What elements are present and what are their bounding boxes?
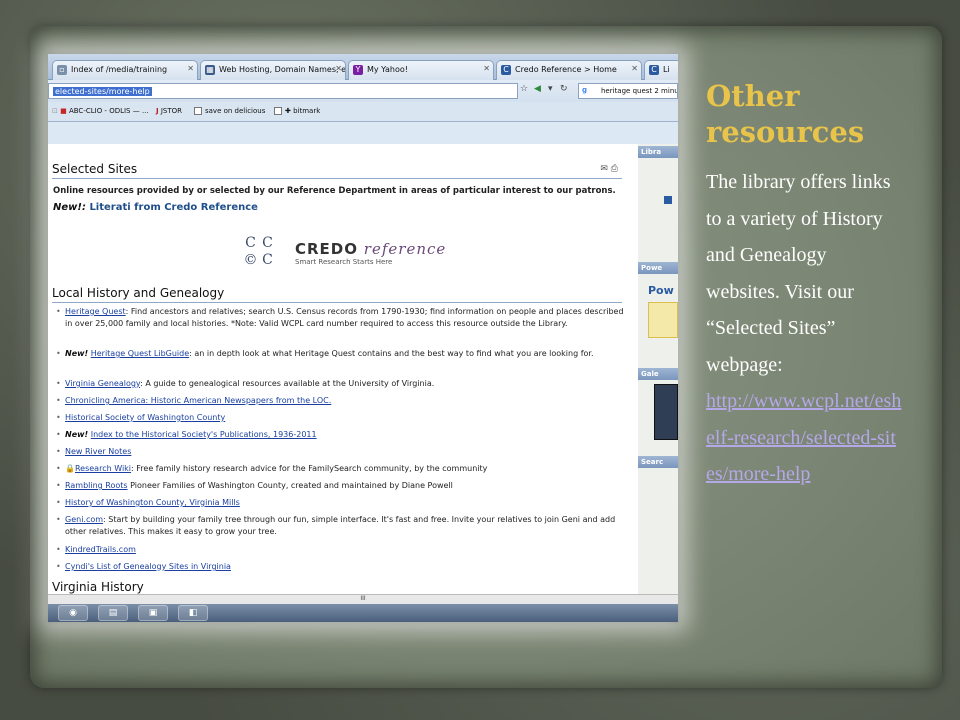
list-item: Historical Society of Washington County	[56, 412, 626, 424]
bookmark-delicious[interactable]: save on delicious	[194, 107, 265, 115]
tab-label: My Yahoo!	[367, 65, 408, 74]
bookmark-bitmark[interactable]: ✚ bitmark	[274, 107, 320, 115]
horizontal-scrollbar[interactable]: III	[48, 594, 678, 604]
yahoo-icon: Y	[353, 65, 363, 75]
plus-icon: ✚	[285, 107, 291, 115]
bookmark-abc-clio[interactable]: ⊡ ■ ABC-CLIO - ODLIS — ...	[52, 107, 149, 115]
list-item: Rambling Roots Pioneer Families of Washi…	[56, 480, 626, 492]
close-icon[interactable]: ✕	[483, 64, 490, 73]
close-icon[interactable]: ✕	[335, 64, 342, 73]
list-item: 🔒Research Wiki: Free family history rese…	[56, 463, 626, 475]
bookmark-icon: ⊡	[52, 107, 58, 115]
tab-credo-reference[interactable]: C Credo Reference > Home ✕	[496, 60, 642, 80]
url-text: elected-sites/more-help	[53, 87, 152, 96]
list-item: New River Notes	[56, 446, 626, 458]
sidebar-heading: Searc	[638, 456, 678, 468]
page-content: Selected Sites ✉ ⎙ Online resources prov…	[48, 144, 633, 594]
slide-body-text: The library offers links to a variety of…	[706, 171, 891, 376]
sidebar-heading: Gale	[638, 368, 678, 380]
share-icon[interactable]: ◀	[534, 84, 541, 94]
bookmarks-bar: ⊡ ■ ABC-CLIO - ODLIS — ... J JSTOR save …	[48, 102, 678, 122]
print-icon[interactable]: ✉ ⎙	[600, 164, 618, 174]
close-icon[interactable]: ✕	[187, 64, 194, 73]
tab-label: Li	[663, 65, 670, 74]
credo-wordmark: CREDO reference	[295, 240, 447, 258]
lock-icon: 🔒	[65, 464, 75, 473]
credo-icon: C	[501, 65, 511, 75]
credo-c-icon: C	[262, 235, 273, 251]
credo-icon: C	[649, 65, 659, 75]
page-header-strip	[48, 122, 678, 144]
search-text: heritage quest 2 minu	[601, 87, 678, 95]
app-icon[interactable]: ▣	[138, 605, 168, 621]
credo-tagline: Smart Research Starts Here	[295, 258, 393, 266]
tab-my-yahoo[interactable]: Y My Yahoo! ✕	[348, 60, 494, 80]
credo-logo[interactable]: C C © C CREDO reference Smart Research S…	[243, 235, 446, 272]
list-item: New! Heritage Quest LibGuide: an in dept…	[56, 348, 626, 360]
list-item: Virginia Genealogy: A guide to genealogi…	[56, 378, 626, 390]
intro-text: Online resources provided by or selected…	[53, 186, 616, 196]
delicious-icon	[194, 107, 202, 115]
page-icon: ▫	[57, 65, 67, 75]
sidebar-gale-image[interactable]	[654, 384, 678, 440]
tab-web-hosting[interactable]: ▦ Web Hosting, Domain Names, eC... ✕	[200, 60, 346, 80]
list-item: Heritage Quest: Find ancestors and relat…	[56, 306, 626, 330]
list-item: Geni.com: Start by building your family …	[56, 514, 626, 538]
folder-icon[interactable]: ▤	[98, 605, 128, 621]
list-item: New! Index to the Historical Society's P…	[56, 429, 626, 441]
slide-title: Other resources	[706, 79, 865, 149]
tab-label: Index of /media/training	[71, 65, 168, 74]
reload-icon[interactable]: ↻	[560, 84, 568, 94]
address-bar[interactable]: elected-sites/more-help	[48, 83, 518, 99]
window-icon[interactable]: ◧	[178, 605, 208, 621]
tab-index-media-training[interactable]: ▫ Index of /media/training ✕	[52, 60, 198, 80]
grid-icon: ▦	[205, 65, 215, 75]
sidebar-heading: Libra	[638, 146, 678, 158]
list-item: Chronicling America: Historic American N…	[56, 395, 626, 407]
tab-label: Credo Reference > Home	[515, 65, 617, 74]
star-icon[interactable]: ☆	[520, 84, 528, 94]
firefox-icon[interactable]: ◉	[58, 605, 88, 621]
tab-bar: ▫ Index of /media/training ✕ ▦ Web Hosti…	[48, 54, 678, 80]
slide-text-panel: Other resources The library offers links…	[706, 78, 916, 578]
sidebar-pow-text: Pow	[648, 284, 674, 297]
jstor-icon: J	[156, 107, 159, 115]
navigation-bar: elected-sites/more-help ☆ ◀ ▾ ↻ g herita…	[48, 80, 678, 102]
bookmark-jstor[interactable]: J JSTOR	[156, 107, 182, 115]
list-item: History of Washington County, Virginia M…	[56, 497, 626, 509]
page-title: Selected Sites ✉ ⎙	[52, 162, 622, 179]
sidebar-icon[interactable]	[664, 196, 672, 204]
browser-screenshot: ▫ Index of /media/training ✕ ▦ Web Hosti…	[48, 54, 678, 622]
abc-clio-icon: ■	[60, 107, 67, 115]
search-input[interactable]: g heritage quest 2 minu	[578, 83, 678, 99]
sidebar-heading: Powe	[638, 262, 678, 274]
credo-c-icon: C	[245, 235, 256, 251]
bookmark-box-icon	[274, 107, 282, 115]
selected-sites-link[interactable]: http://www.wcpl.net/eshelf-research/sele…	[706, 383, 902, 493]
tab-partial[interactable]: C Li	[644, 60, 678, 80]
credo-c-icon: ©	[243, 252, 258, 268]
dropdown-icon[interactable]: ▾	[548, 84, 553, 94]
google-icon: g	[582, 86, 588, 94]
taskbar: ◉ ▤ ▣ ◧	[48, 604, 678, 622]
tab-label: Web Hosting, Domain Names, eC...	[219, 65, 346, 74]
page-sidebar: Libra Powe Pow Gale Searc	[638, 144, 678, 594]
literati-link[interactable]: New!: Literati from Credo Reference	[53, 202, 258, 213]
credo-c-icon: C	[262, 252, 273, 268]
sidebar-banner[interactable]	[648, 302, 678, 338]
list-item: Cyndi's List of Genealogy Sites in Virgi…	[56, 561, 626, 573]
section-local-history: Local History and Genealogy	[52, 286, 622, 303]
list-item: KindredTrails.com	[56, 544, 626, 556]
close-icon[interactable]: ✕	[631, 64, 638, 73]
